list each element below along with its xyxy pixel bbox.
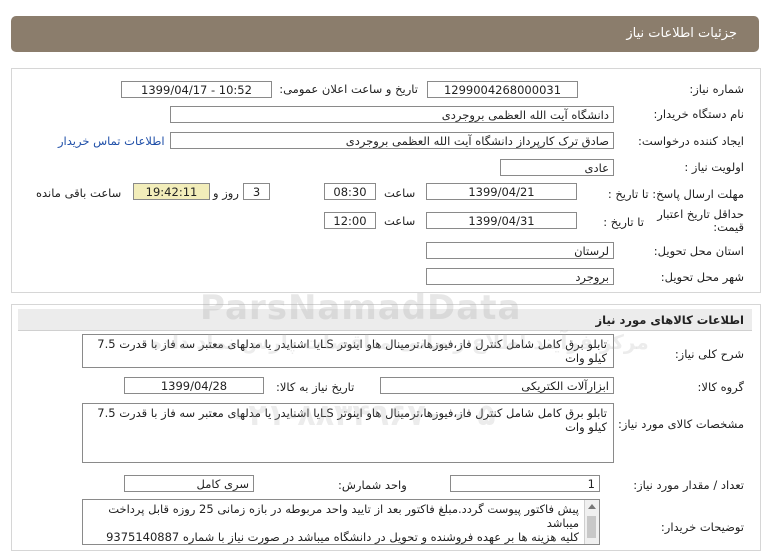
validity-label: حداقل تاریخ اعتبار قیمت: — [657, 207, 744, 234]
days-label: روز و — [213, 186, 239, 200]
need-number-label: شماره نیاز: — [689, 82, 744, 96]
group-field: ابزارآلات الکتریکی — [380, 377, 614, 394]
deadline-time-field: 08:30 — [324, 183, 376, 200]
days-field: 3 — [243, 183, 270, 200]
group-label: گروه کالا: — [697, 380, 744, 394]
validity-date-field: 1399/04/31 — [426, 212, 577, 229]
priority-label: اولویت نیاز : — [684, 160, 744, 174]
scroll-up-icon[interactable] — [588, 504, 596, 509]
need-date-field: 1399/04/28 — [124, 377, 264, 394]
unit-field: سری کامل — [124, 475, 254, 492]
specs-label: مشخصات کالای مورد نیاز: — [617, 417, 744, 431]
notes-scrollbar[interactable] — [584, 500, 599, 544]
buyer-org-field: دانشگاه آیت الله العظمی بروجردی — [170, 106, 614, 123]
city-label: شهر محل تحویل: — [660, 270, 744, 284]
watermark-phone: ۰۲۱-۸۸۳۴۹۶۷۰ - ۵ — [230, 398, 496, 433]
validity-to-label: تا تاریخ : — [603, 215, 644, 229]
remaining-time-field: 19:42:11 — [133, 183, 210, 200]
buyer-notes-line1: پیش فاکتور پیوست گردد.مبلغ فاکتور بعد از… — [108, 502, 579, 530]
qty-field: 1 — [450, 475, 600, 492]
deadline-time-label: ساعت — [384, 186, 416, 200]
unit-label: واحد شمارش: — [338, 478, 407, 492]
qty-label: تعداد / مقدار مورد نیاز: — [633, 478, 744, 492]
buyer-notes-label: توضیحات خریدار: — [660, 520, 744, 534]
watermark-fa: مرکز فرآیند اطلاع رسانی مناقصات پارس نما… — [150, 330, 649, 354]
page-title: جزئیات اطلاعات نیاز — [626, 26, 737, 41]
summary-label: شرح کلی نیاز: — [674, 347, 744, 361]
buyer-notes-line2: کلیه هزینه ها بر عهده فروشنده و تحویل در… — [106, 530, 579, 544]
announce-label: تاریخ و ساعت اعلان عمومی: — [279, 82, 418, 96]
province-field: لرستان — [426, 242, 614, 259]
province-label: استان محل تحویل: — [653, 244, 744, 258]
need-date-label: تاریخ نیاز به کالا: — [276, 380, 355, 394]
page-header: جزئیات اطلاعات نیاز — [11, 16, 759, 52]
deadline-label: مهلت ارسال پاسخ: تا تاریخ : — [607, 187, 744, 201]
validity-time-label: ساعت — [384, 214, 416, 228]
city-field: بروجرد — [426, 268, 614, 285]
watermark-brand: ParsNamadData — [200, 288, 522, 328]
deadline-date-field: 1399/04/21 — [426, 183, 577, 200]
buyer-notes-field[interactable]: پیش فاکتور پیوست گردد.مبلغ فاکتور بعد از… — [82, 499, 600, 545]
validity-time-field: 12:00 — [324, 212, 376, 229]
announce-field: 1399/04/17 - 10:52 — [121, 81, 272, 98]
remaining-label: ساعت باقی مانده — [36, 186, 122, 200]
priority-field: عادی — [500, 159, 614, 176]
need-info-panel — [11, 68, 761, 293]
creator-field: صادق ترک کارپرداز دانشگاه آیت الله العظم… — [170, 132, 614, 149]
buyer-org-label: نام دستگاه خریدار: — [653, 107, 744, 121]
need-number-field: 1299004268000031 — [427, 81, 578, 98]
scroll-thumb[interactable] — [587, 516, 596, 538]
creator-label: ایجاد کننده درخواست: — [638, 134, 744, 148]
buyer-contact-link[interactable]: اطلاعات تماس خریدار — [58, 134, 165, 148]
